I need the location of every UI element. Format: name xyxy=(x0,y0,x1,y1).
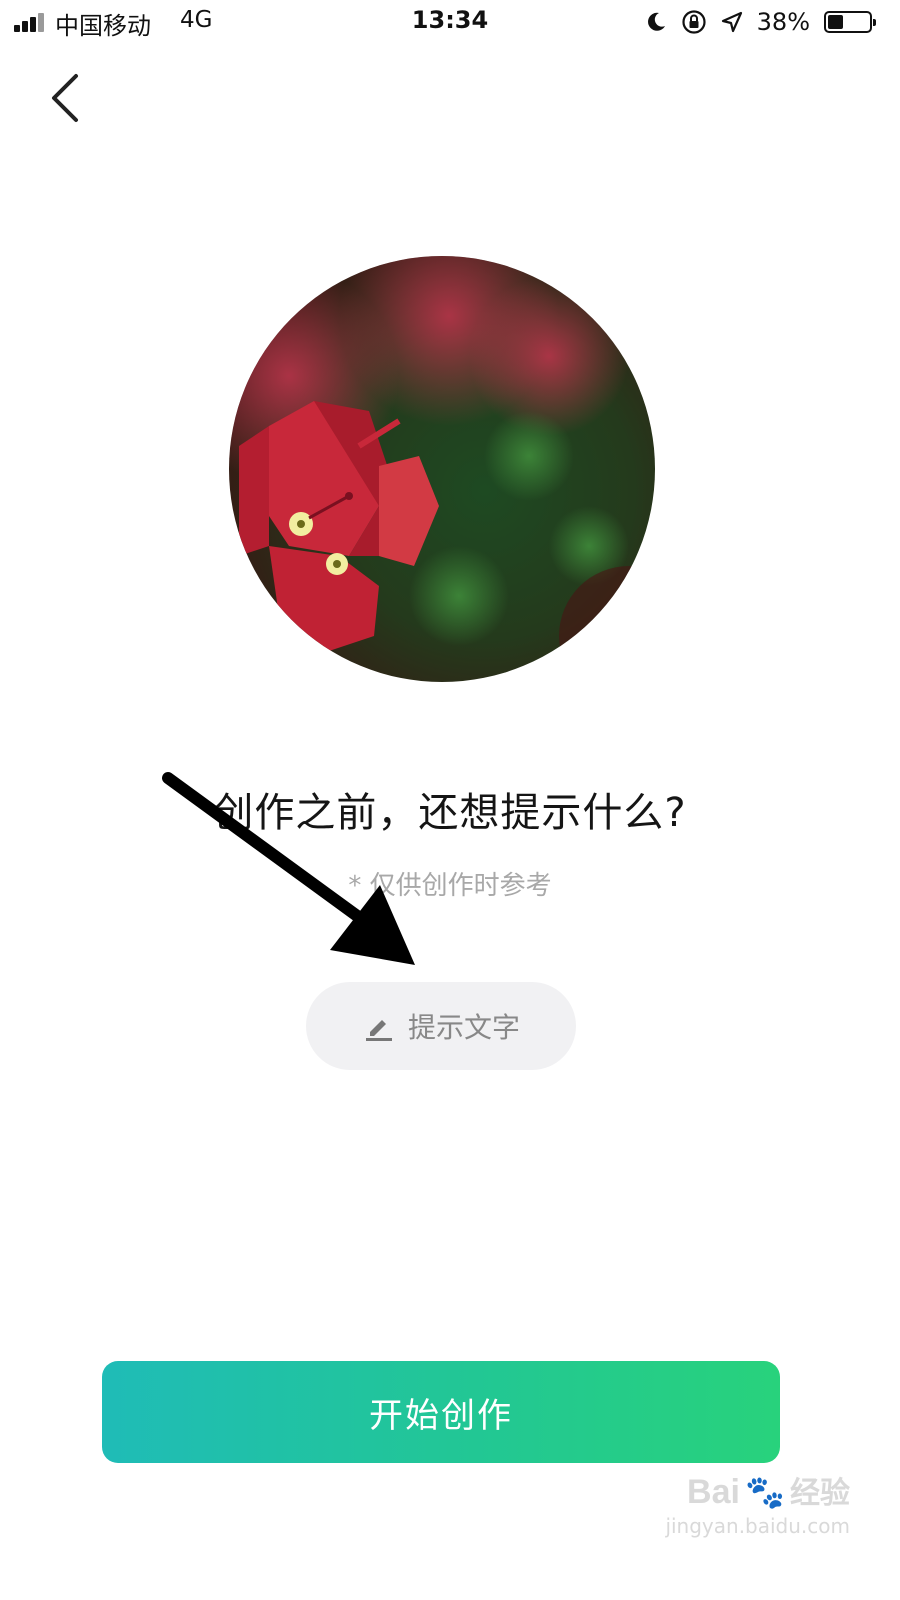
watermark-brand-cn: 经验 xyxy=(790,1476,850,1511)
cover-image xyxy=(229,256,655,682)
start-create-button[interactable]: 开始创作 xyxy=(102,1361,780,1463)
watermark-brand: Bai xyxy=(687,1473,740,1511)
battery-level xyxy=(828,15,844,29)
battery-percent: 38% xyxy=(756,8,810,36)
hint-text-button[interactable]: 提示文字 xyxy=(306,982,576,1070)
pencil-icon xyxy=(365,1020,392,1041)
baidu-watermark: Bai 🐾 经验 jingyan.baidu.com xyxy=(665,1468,850,1538)
start-create-label: 开始创作 xyxy=(369,1395,513,1436)
page-subtitle: * 仅供创作时参考 xyxy=(348,871,552,901)
back-button[interactable] xyxy=(36,68,96,128)
paw-icon: 🐾 xyxy=(745,1473,785,1511)
location-icon xyxy=(721,11,742,33)
battery-icon xyxy=(824,11,876,33)
rotation-lock-icon xyxy=(682,10,706,34)
moon-icon xyxy=(647,12,665,31)
status-bar: 中国移动 4G 13:34 38% xyxy=(0,0,900,44)
watermark-url: jingyan.baidu.com xyxy=(665,1514,850,1538)
red-flower-photo xyxy=(229,256,655,682)
chevron-left-icon xyxy=(52,74,78,122)
hint-text-label: 提示文字 xyxy=(407,1011,520,1044)
page-title: 创作之前，还想提示什么? xyxy=(213,790,687,836)
status-icons: 38% xyxy=(645,8,876,36)
